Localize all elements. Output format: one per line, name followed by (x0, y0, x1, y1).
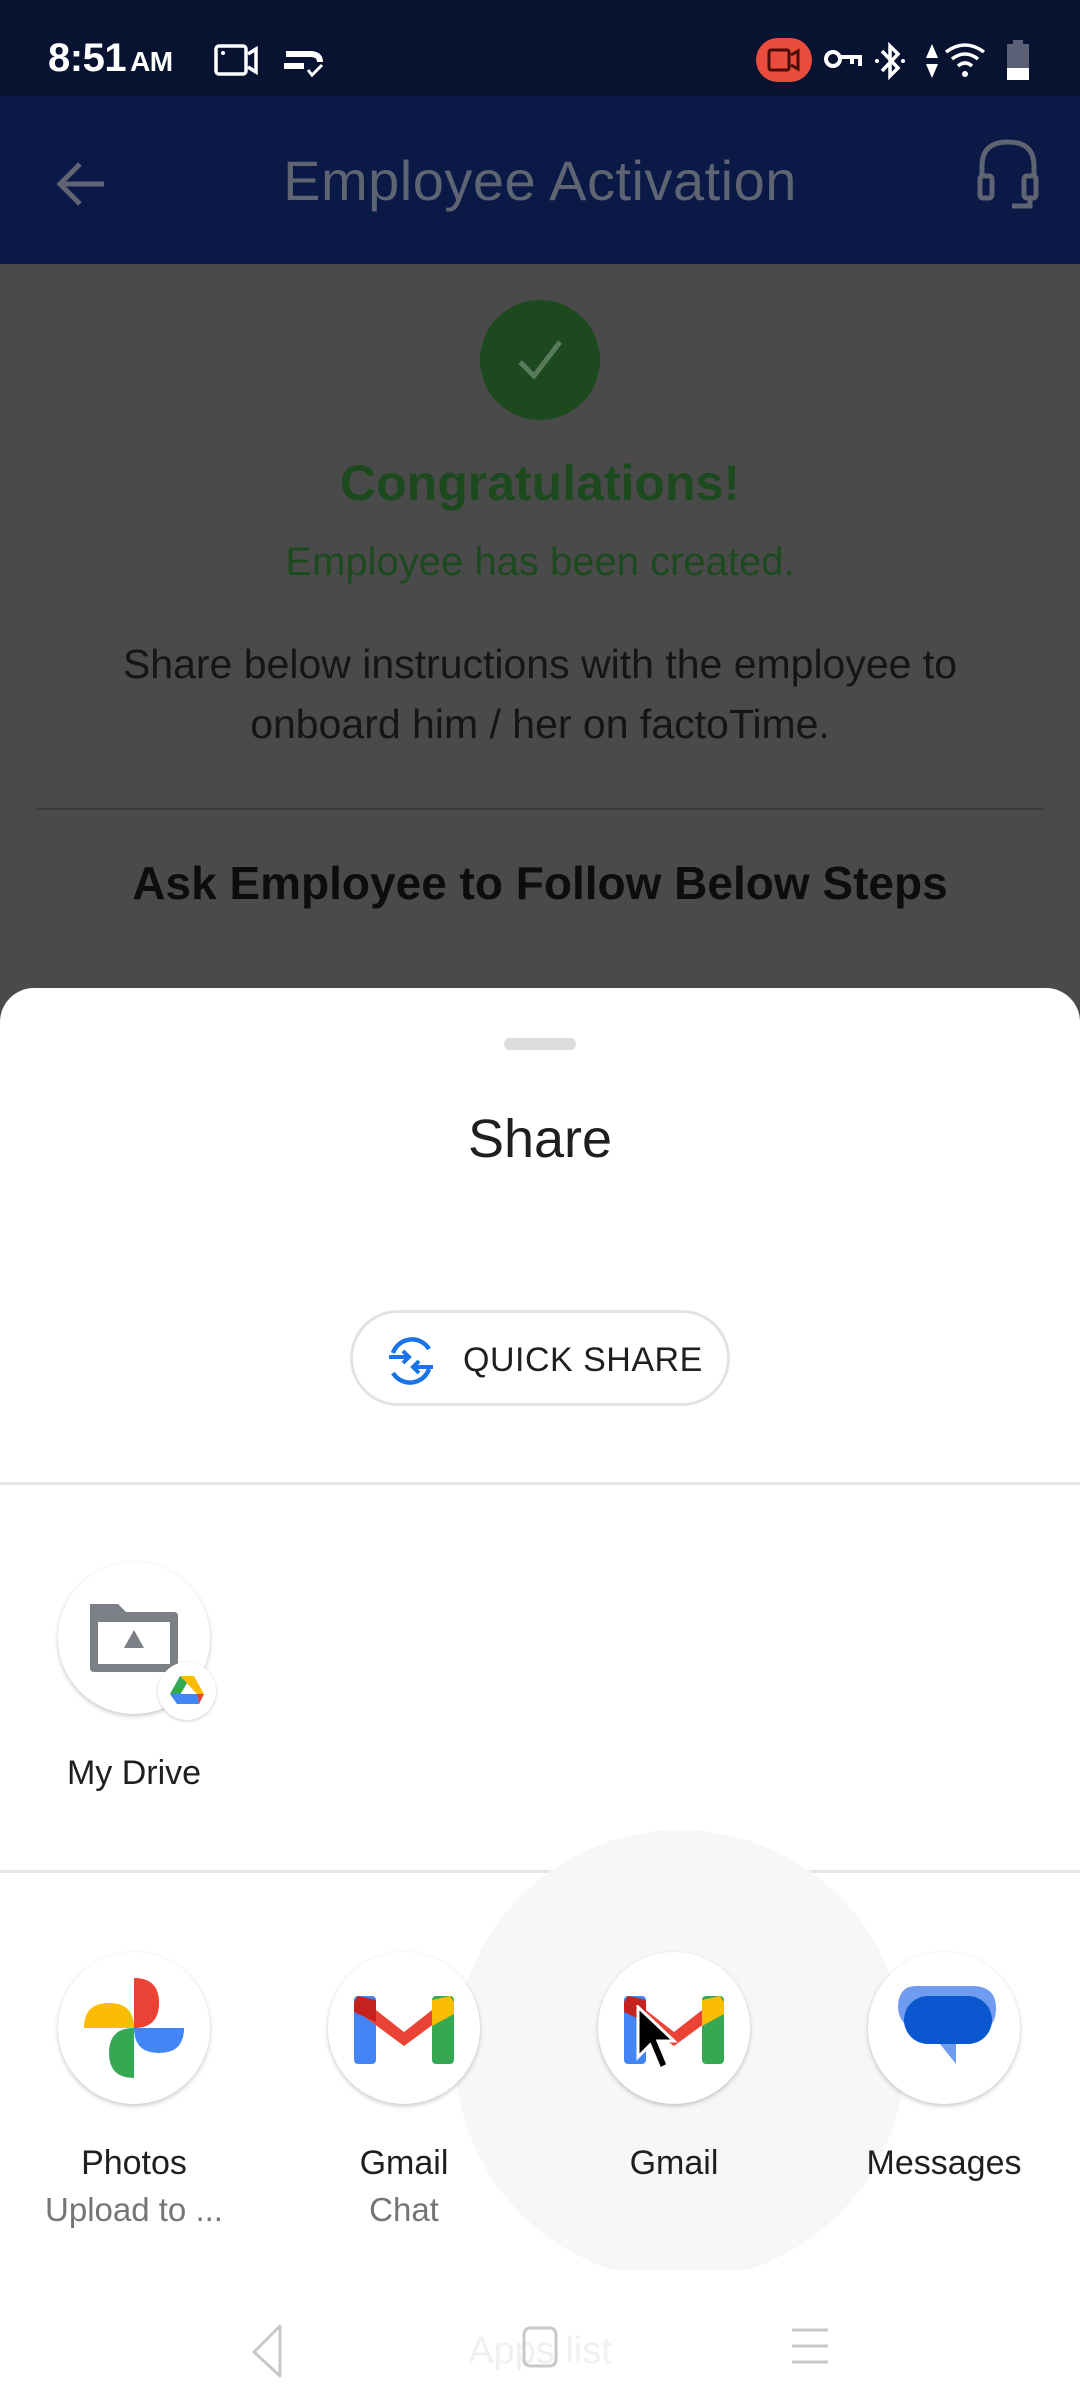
divider (36, 808, 1044, 810)
nav-home-button[interactable] (510, 2320, 570, 2380)
nav-recents-button[interactable] (780, 2320, 840, 2380)
wifi-icon (944, 43, 986, 77)
congrats-heading: Congratulations! (340, 455, 740, 511)
battery-icon (1007, 40, 1029, 80)
app-target-photos[interactable]: Photos Upload to ... (34, 1952, 234, 2229)
app-header: Employee Activation (0, 96, 1080, 264)
instructions-text: Share below instructions with the employ… (122, 641, 958, 747)
photos-icon-circle (58, 1952, 210, 2104)
square-home-icon (522, 2326, 558, 2368)
activation-content: Congratulations! Employee has been creat… (0, 264, 1080, 1000)
divider (0, 1870, 1080, 1873)
page-title: Employee Activation (283, 149, 797, 212)
google-photos-icon (84, 1978, 184, 2078)
share-title: Share (467, 1109, 613, 1169)
quick-share-label: QUICK SHARE (463, 1341, 703, 1379)
screen-record-icon (214, 44, 258, 76)
created-message: Employee has been created. (285, 540, 795, 584)
data-arrows-icon (926, 44, 938, 78)
messages-icon (898, 1986, 996, 2064)
drag-handle[interactable] (504, 1038, 576, 1050)
check-icon (518, 340, 562, 380)
clock-ampm: AM (130, 46, 173, 77)
app-target-gmail-chat[interactable]: Gmail Chat (304, 1952, 504, 2229)
messages-icon-circle (868, 1952, 1020, 2104)
gmail-icon (354, 1996, 454, 2064)
status-time: 8:51 AM (48, 36, 173, 81)
app-label: Photos (81, 2144, 187, 2182)
share-target-my-drive[interactable]: My Drive (34, 1562, 234, 1793)
quick-share-icon (389, 1337, 433, 1385)
app-sublabel: Chat (369, 2191, 439, 2228)
triangle-back-icon (252, 2324, 282, 2378)
drive-badge (158, 1662, 216, 1720)
mouse-cursor-icon (636, 2005, 678, 2072)
share-target-label: My Drive (66, 1754, 202, 1792)
recording-indicator (756, 38, 812, 82)
google-drive-icon (170, 1676, 204, 1704)
app-label: Gmail (359, 2144, 449, 2182)
sync-check-icon (284, 51, 324, 78)
steps-heading: Ask Employee to Follow Below Steps (132, 857, 948, 909)
app-sublabel: Upload to ... (45, 2191, 223, 2228)
gmail-icon-circle (328, 1952, 480, 2104)
status-bar: 8:51 AM (0, 0, 1080, 96)
navigation-bar: Apps list (0, 2270, 1080, 2400)
menu-lines-icon (792, 2328, 828, 2364)
app-label: Gmail (629, 2144, 719, 2182)
my-drive-icon-circle (58, 1562, 216, 1720)
support-button[interactable] (976, 136, 1040, 216)
quick-share-button[interactable]: QUICK SHARE (350, 1310, 730, 1406)
success-badge (480, 300, 600, 420)
clock-time: 8:51 (48, 36, 127, 80)
bluetooth-icon (875, 41, 905, 81)
vpn-key-icon (824, 50, 862, 68)
nav-back-button[interactable] (240, 2320, 300, 2380)
app-target-messages[interactable]: Messages (844, 1952, 1044, 2183)
headset-icon (977, 139, 1039, 209)
app-label: Messages (866, 2144, 1022, 2182)
recording-indicator-icon (767, 48, 800, 72)
divider (0, 1482, 1080, 1485)
